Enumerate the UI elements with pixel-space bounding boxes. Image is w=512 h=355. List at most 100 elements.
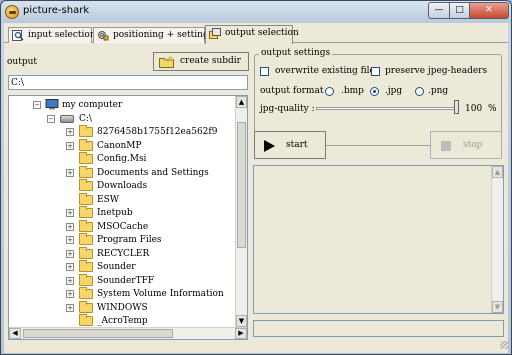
tab-label: output selection — [225, 28, 299, 38]
window-title: picture-shark — [23, 5, 90, 16]
start-button[interactable]: start — [254, 131, 326, 159]
preserve-jpeg-headers-checkbox[interactable] — [371, 67, 380, 76]
folder-icon — [79, 138, 93, 151]
output-format-label: output format : — [260, 86, 330, 96]
folder-icon — [79, 287, 93, 299]
folder-tree[interactable]: − my computer − C:\ +8276458b1755f12ea562f9 +… — [8, 95, 248, 340]
tab-input-selection[interactable]: input selection — [8, 27, 96, 43]
format-png-label: .png — [428, 86, 449, 96]
format-jpg-label: .jpg — [385, 86, 403, 96]
create-subdir-label: create subdir — [180, 56, 241, 66]
tree-node-label: ESW — [97, 194, 119, 205]
minimize-button[interactable]: — — [428, 2, 450, 19]
tree-vertical-scrollbar[interactable]: ▲ ▼ — [235, 96, 247, 327]
new-folder-icon — [159, 56, 174, 68]
computer-icon — [45, 99, 59, 110]
output-settings-legend: output settings — [259, 48, 333, 58]
tree-node-label: my computer — [62, 100, 123, 110]
format-bmp-label: .bmp — [341, 86, 364, 96]
tree-node-label: C:\ — [79, 113, 92, 124]
output-icon — [209, 28, 221, 39]
collapse-icon[interactable]: − — [47, 114, 55, 123]
jpg-quality-unit: % — [488, 104, 497, 114]
jpg-quality-value: 100 — [465, 104, 483, 114]
tree-node-label: Program Files — [97, 235, 162, 245]
tree-node-label: MSOCache — [97, 221, 149, 232]
tree-horizontal-scrollbar[interactable]: ◀ ▶ — [9, 327, 247, 339]
tree-node-label: Downloads — [97, 181, 148, 191]
overwrite-checkbox[interactable] — [260, 67, 269, 76]
tree-node-label: _AcroTemp — [97, 316, 148, 326]
folder-icon — [79, 206, 93, 218]
create-subdir-button[interactable]: create subdir — [153, 52, 249, 71]
folder-icon — [79, 300, 93, 313]
tab-label: positioning + settings — [113, 30, 214, 40]
jpg-quality-label: jpg-quality : — [260, 104, 315, 114]
output-label: output — [7, 57, 38, 67]
tree-node-label: 8276458b1755f12ea562f9 — [97, 127, 218, 137]
start-label: start — [286, 140, 308, 150]
expand-icon[interactable]: + — [66, 222, 74, 231]
scroll-thumb[interactable] — [23, 329, 173, 338]
maximize-button[interactable]: □ — [449, 2, 470, 19]
jpg-quality-slider-track[interactable] — [316, 107, 457, 110]
format-jpg-radio[interactable] — [370, 87, 379, 96]
expand-icon[interactable]: + — [66, 303, 74, 312]
tree-node-label: Sounder — [97, 262, 136, 272]
tree-node-label: RECYCLER — [97, 248, 150, 259]
preserve-jpeg-headers-label: preserve jpeg-headers — [385, 66, 488, 76]
tree-node-label: Documents and Settings — [97, 167, 209, 178]
scroll-down-arrow-icon[interactable]: ▼ — [492, 301, 503, 313]
tab-positioning-settings[interactable]: positioning + settings — [93, 27, 213, 43]
tree-node-label: SounderTFF — [97, 275, 155, 286]
title-bar[interactable]: picture-shark — □ ✕ — [1, 1, 511, 23]
format-png-radio[interactable] — [415, 87, 424, 96]
expand-icon[interactable]: + — [66, 276, 74, 285]
log-area[interactable]: ▲ ▼ — [253, 165, 504, 314]
expand-icon[interactable]: + — [66, 128, 74, 136]
stop-icon — [441, 141, 451, 151]
tree-node-label: CanonMP — [97, 140, 142, 151]
jpg-quality-slider-thumb[interactable] — [454, 100, 459, 114]
output-path-input[interactable] — [8, 75, 248, 90]
scroll-up-arrow-icon[interactable]: ▲ — [236, 96, 247, 108]
folder-icon — [79, 165, 93, 178]
scroll-thumb[interactable] — [237, 122, 246, 248]
status-bar — [253, 320, 504, 337]
expand-icon[interactable]: + — [66, 290, 74, 298]
folder-icon — [79, 125, 93, 137]
scroll-up-arrow-icon[interactable]: ▲ — [492, 166, 503, 178]
collapse-icon[interactable]: − — [33, 101, 41, 109]
folder-icon — [79, 314, 93, 326]
folder-icon — [79, 219, 93, 232]
folder-icon — [79, 192, 93, 205]
log-vertical-scrollbar[interactable]: ▲ ▼ — [491, 166, 503, 313]
expand-icon[interactable]: + — [66, 141, 74, 150]
expand-icon[interactable]: + — [66, 236, 74, 244]
drive-icon — [60, 114, 74, 123]
tree-node-label: System Volume Information — [97, 289, 224, 299]
magnifier-icon — [12, 30, 24, 41]
format-bmp-radio[interactable] — [325, 87, 334, 96]
stop-button[interactable]: stop — [430, 131, 502, 159]
folder-icon — [79, 273, 93, 286]
expand-icon[interactable]: + — [66, 168, 74, 177]
scroll-down-arrow-icon[interactable]: ▼ — [236, 315, 247, 327]
overwrite-label: overwrite existing files — [275, 66, 380, 76]
expand-icon[interactable]: + — [66, 249, 74, 258]
expand-icon[interactable]: + — [66, 209, 74, 217]
folder-icon — [79, 260, 93, 272]
tree-node-label: Config.Msi — [97, 154, 147, 164]
play-icon — [264, 140, 275, 152]
expand-icon[interactable]: + — [66, 263, 74, 271]
resize-grip-icon[interactable] — [500, 341, 508, 349]
tab-label: input selection — [28, 30, 96, 40]
close-button[interactable]: ✕ — [469, 2, 509, 19]
folder-icon — [79, 233, 93, 245]
scroll-left-arrow-icon[interactable]: ◀ — [9, 328, 21, 339]
folder-icon — [79, 179, 93, 191]
tree-node-label: WINDOWS — [97, 302, 148, 313]
tab-output-selection[interactable]: output selection — [205, 25, 299, 44]
scroll-right-arrow-icon[interactable]: ▶ — [235, 328, 247, 339]
folder-icon — [79, 246, 93, 259]
